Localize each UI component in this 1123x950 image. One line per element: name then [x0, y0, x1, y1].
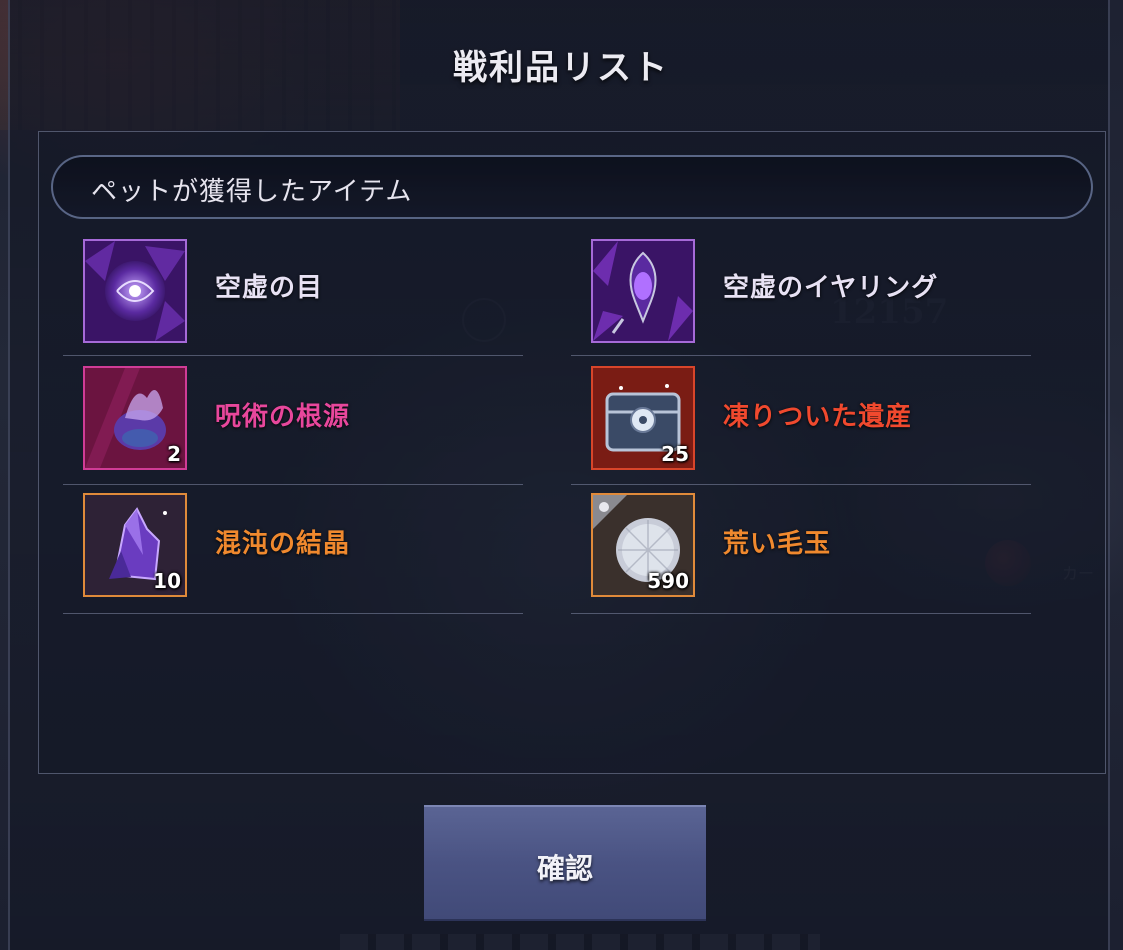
curse-source-icon: 2	[83, 366, 187, 470]
loot-item[interactable]: 2 呪術の根源	[63, 356, 523, 485]
chaos-crystal-icon: 10	[83, 493, 187, 597]
section-header-label: ペットが獲得したアイテム	[91, 177, 413, 207]
void-earring-icon	[591, 239, 695, 343]
loot-item[interactable]: 10 混沌の結晶	[63, 485, 523, 614]
item-name: 呪術の根源	[215, 402, 351, 432]
item-name: 混沌の結晶	[215, 529, 351, 559]
void-eye-icon	[83, 239, 187, 343]
loot-item[interactable]: 25 凍りついた遺産	[571, 356, 1031, 485]
confirm-button-label: 確認	[536, 852, 593, 885]
loot-item[interactable]: 空虚のイヤリング	[571, 227, 1031, 356]
item-count: 10	[153, 569, 181, 593]
item-name: 空虚の目	[215, 273, 324, 303]
rough-furball-icon: 590	[591, 493, 695, 597]
loot-item[interactable]: 空虚の目	[63, 227, 523, 356]
dialog-title: 戦利品リスト	[453, 48, 669, 88]
confirm-button[interactable]: 確認	[424, 805, 706, 921]
item-count: 25	[661, 442, 689, 466]
game-scene: 12157 カー 戦利品リスト ペットが獲得したアイテム	[0, 0, 1123, 950]
section-header: ペットが獲得したアイテム	[51, 155, 1093, 219]
item-name: 荒い毛玉	[723, 529, 832, 559]
item-count: 590	[647, 569, 689, 593]
frozen-heritage-chest-icon: 25	[591, 366, 695, 470]
item-name: 空虚のイヤリング	[723, 273, 939, 303]
item-name: 凍りついた遺産	[723, 402, 913, 432]
loot-item[interactable]: 590 荒い毛玉	[571, 485, 1031, 614]
item-count: 2	[167, 442, 181, 466]
loot-list-dialog: 戦利品リスト ペットが獲得したアイテム 空虚の目 空虚のイヤリング 2 呪術の根…	[8, 0, 1110, 950]
loot-panel: ペットが獲得したアイテム 空虚の目 空虚のイヤリング 2 呪術の根源 25 凍り…	[38, 131, 1106, 774]
